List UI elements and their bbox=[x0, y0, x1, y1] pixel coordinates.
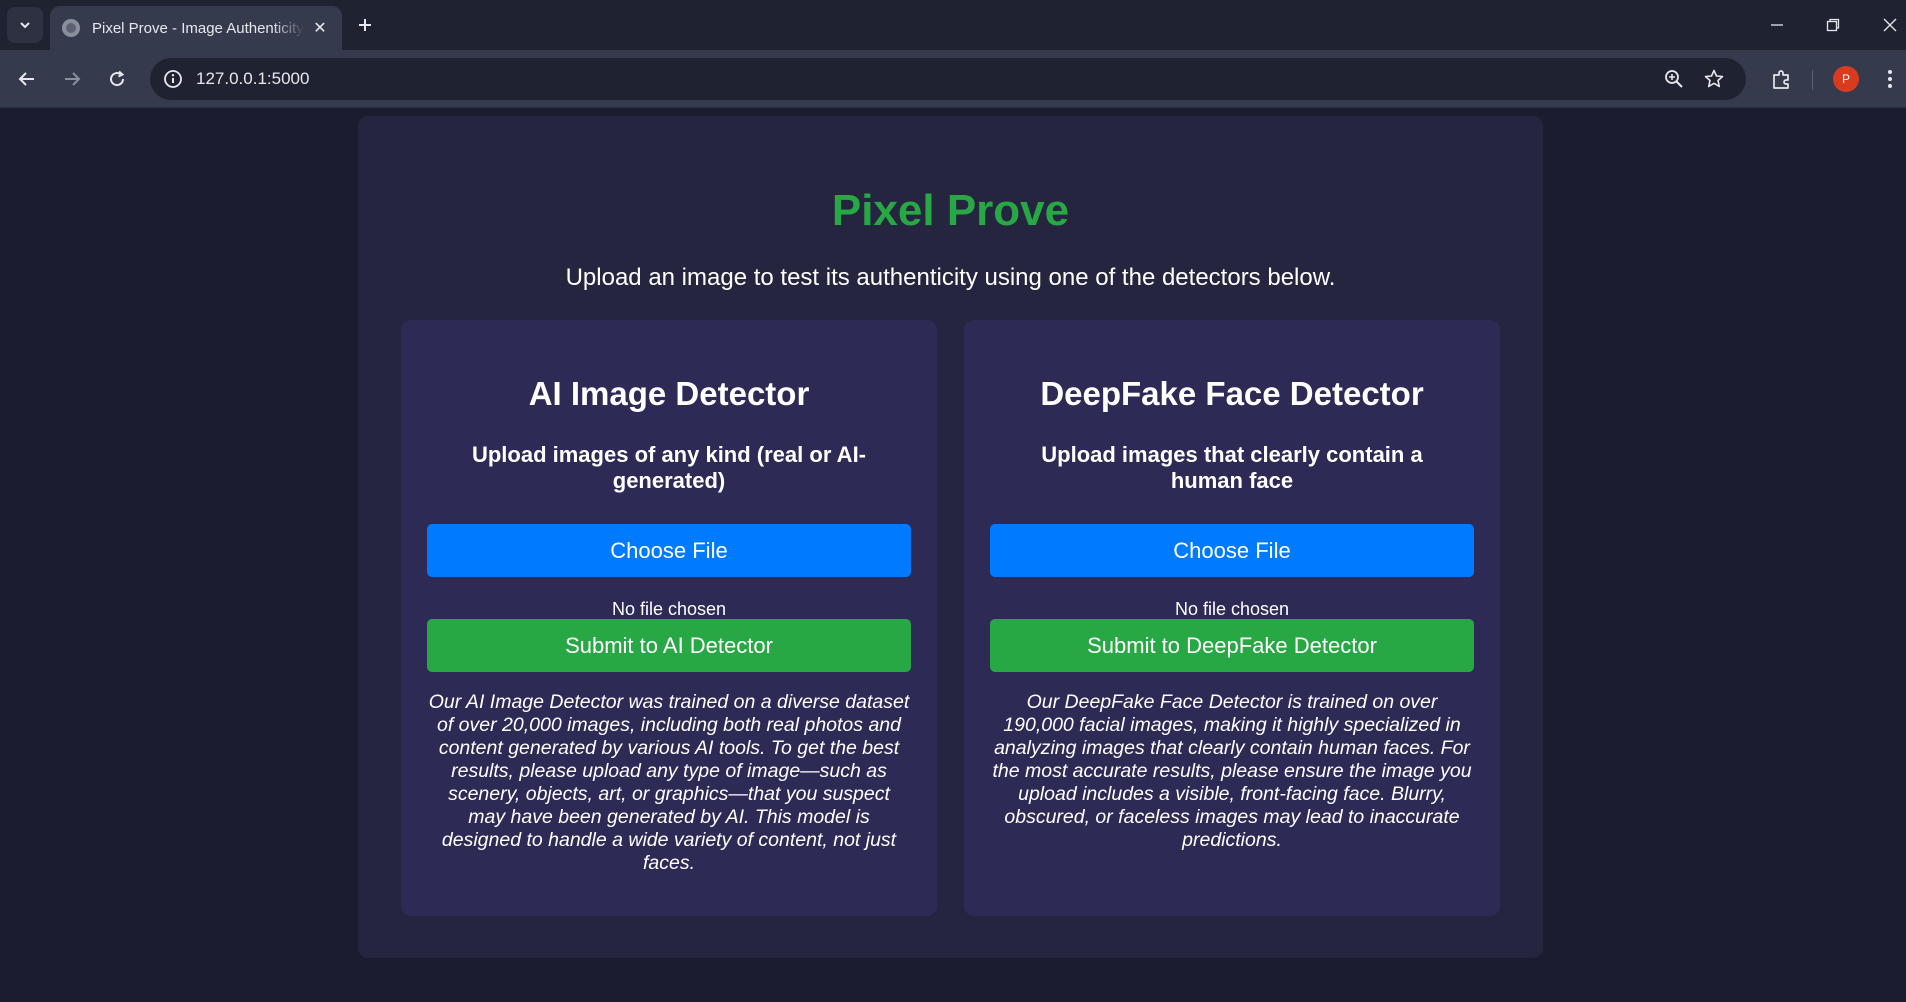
arrow-left-icon bbox=[18, 72, 34, 86]
site-info-icon[interactable] bbox=[162, 68, 184, 90]
close-tab-icon[interactable]: ✕ bbox=[310, 18, 330, 38]
close-icon bbox=[1883, 18, 1897, 32]
card-title: AI Image Detector bbox=[528, 375, 810, 412]
extensions-puzzle-icon[interactable] bbox=[1768, 65, 1796, 93]
tab-search-button[interactable] bbox=[7, 7, 43, 43]
browser-tab-bar: Pixel Prove - Image Authenticity ✕ bbox=[0, 0, 1906, 50]
submit-deepfake-detector-button[interactable]: Submit to DeepFake Detector bbox=[990, 619, 1474, 672]
restore-button[interactable] bbox=[1820, 12, 1846, 38]
minimize-icon bbox=[1771, 24, 1783, 26]
file-status: No file chosen bbox=[611, 599, 727, 619]
new-tab-button[interactable] bbox=[352, 12, 378, 38]
scrollbar[interactable] bbox=[1900, 108, 1906, 1002]
arrow-right-icon bbox=[65, 72, 81, 86]
choose-file-button[interactable]: Choose File bbox=[990, 524, 1474, 577]
card-description: Our DeepFake Face Detector is trained on… bbox=[992, 691, 1472, 851]
page-subtitle: Upload an image to test its authenticity… bbox=[565, 264, 1336, 291]
restore-icon bbox=[1826, 18, 1840, 32]
browser-tab[interactable]: Pixel Prove - Image Authenticity ✕ bbox=[50, 6, 342, 50]
card-title: DeepFake Face Detector bbox=[1040, 375, 1424, 412]
main-container: Pixel Prove Upload an image to test its … bbox=[358, 116, 1543, 958]
chevron-down-icon bbox=[20, 22, 30, 29]
card-description: Our AI Image Detector was trained on a d… bbox=[428, 691, 910, 874]
address-bar[interactable]: 127.0.0.1:5000 bbox=[150, 58, 1746, 100]
forward-button[interactable] bbox=[56, 63, 88, 95]
back-button[interactable] bbox=[11, 63, 43, 95]
file-status: No file chosen bbox=[1174, 599, 1290, 619]
toolbar-divider bbox=[1812, 70, 1813, 90]
reload-button[interactable] bbox=[101, 63, 133, 95]
url-text: 127.0.0.1:5000 bbox=[196, 69, 310, 88]
card-subtitle: Upload images that clearly contain a hum… bbox=[1041, 442, 1423, 493]
submit-ai-detector-button[interactable]: Submit to AI Detector bbox=[427, 619, 911, 672]
browser-toolbar: 127.0.0.1:5000 P bbox=[0, 50, 1906, 108]
ai-detector-card: AI Image Detector Upload images of any k… bbox=[401, 320, 937, 916]
deepfake-detector-card: DeepFake Face Detector Upload images tha… bbox=[964, 320, 1500, 916]
choose-file-button[interactable]: Choose File bbox=[427, 524, 911, 577]
tab-title: Pixel Prove - Image Authenticity bbox=[92, 19, 304, 37]
plus-icon bbox=[359, 19, 371, 31]
minimize-button[interactable] bbox=[1764, 12, 1790, 38]
card-subtitle: Upload images of any kind (real or AI-ge… bbox=[471, 442, 867, 493]
zoom-icon[interactable] bbox=[1662, 67, 1686, 91]
profile-avatar[interactable]: P bbox=[1833, 66, 1859, 92]
page-title: Pixel Prove bbox=[831, 186, 1070, 235]
kebab-menu-icon[interactable] bbox=[1880, 65, 1900, 93]
bookmark-star-icon[interactable] bbox=[1702, 67, 1726, 91]
close-window-button[interactable] bbox=[1877, 12, 1903, 38]
reload-icon bbox=[110, 70, 125, 87]
globe-icon bbox=[62, 19, 80, 37]
